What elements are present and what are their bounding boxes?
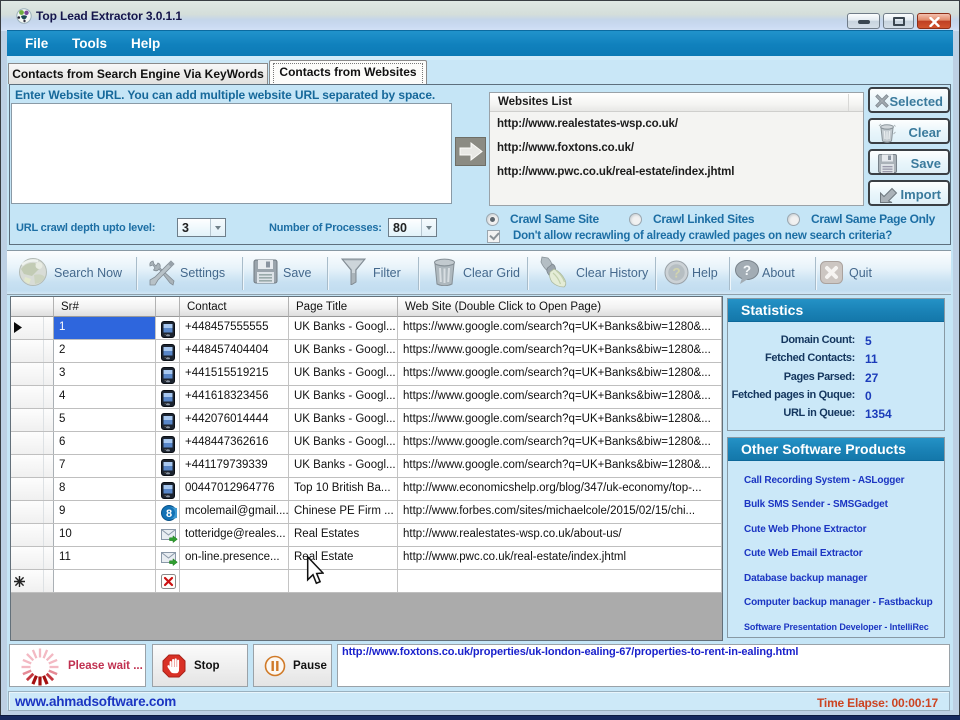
- svg-text:8: 8: [166, 508, 172, 520]
- svg-text:?: ?: [743, 263, 751, 278]
- svg-text:?: ?: [672, 266, 680, 281]
